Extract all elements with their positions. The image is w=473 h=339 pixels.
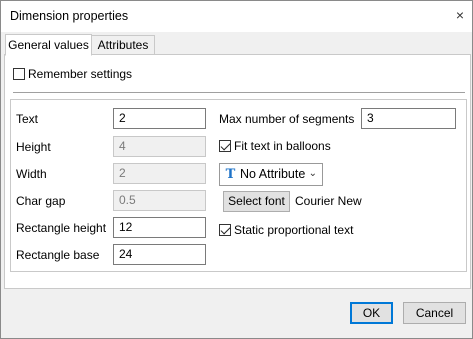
- height-field: 4: [113, 136, 206, 157]
- remember-settings-checkbox[interactable]: [13, 68, 25, 80]
- ok-button[interactable]: OK: [350, 302, 393, 324]
- select-font-button[interactable]: Select font: [223, 191, 290, 212]
- rectangle-base-label: Rectangle base: [16, 248, 100, 262]
- current-font-label: Courier New: [295, 194, 362, 208]
- cancel-button[interactable]: Cancel: [403, 302, 466, 324]
- max-segments-field[interactable]: 3: [361, 108, 456, 129]
- width-label: Width: [16, 167, 47, 181]
- char-gap-label: Char gap: [16, 194, 66, 208]
- close-icon[interactable]: ×: [449, 4, 471, 26]
- static-proportional-checkbox[interactable]: [219, 224, 231, 236]
- rectangle-height-label: Rectangle height: [16, 221, 107, 235]
- static-proportional-label: Static proportional text: [234, 223, 354, 237]
- text-label: Text: [16, 112, 39, 126]
- tab-attributes-label: Attributes: [97, 38, 149, 52]
- dialog-window: Dimension properties × Attributes Genera…: [0, 0, 473, 339]
- remember-settings-label: Remember settings: [28, 67, 133, 81]
- tab-general-values-label: General values: [8, 38, 89, 52]
- fit-text-label: Fit text in balloons: [234, 139, 331, 153]
- chevron-down-icon: ⌄: [308, 168, 317, 179]
- fit-text-checkbox[interactable]: [219, 140, 231, 152]
- tab-general-values[interactable]: General values: [5, 34, 92, 56]
- tab-attributes[interactable]: Attributes: [91, 35, 155, 55]
- max-segments-label: Max number of segments: [219, 112, 355, 126]
- title-bar: Dimension properties ×: [1, 1, 472, 32]
- rectangle-base-field[interactable]: 24: [113, 244, 206, 265]
- text-field[interactable]: 2: [113, 108, 206, 129]
- char-gap-field: 0.5: [113, 190, 206, 211]
- text-attribute-icon: T: [225, 167, 236, 182]
- separator: [13, 92, 465, 94]
- general-values-panel: Remember settings Text 2 Height 4 Width …: [4, 54, 471, 289]
- width-field: 2: [113, 163, 206, 184]
- height-label: Height: [16, 140, 51, 154]
- attribute-dropdown[interactable]: T No Attribute ⌄: [219, 163, 323, 186]
- window-title: Dimension properties: [10, 9, 129, 23]
- rectangle-height-field[interactable]: 12: [113, 217, 206, 238]
- attribute-dropdown-value: No Attribute: [240, 167, 306, 181]
